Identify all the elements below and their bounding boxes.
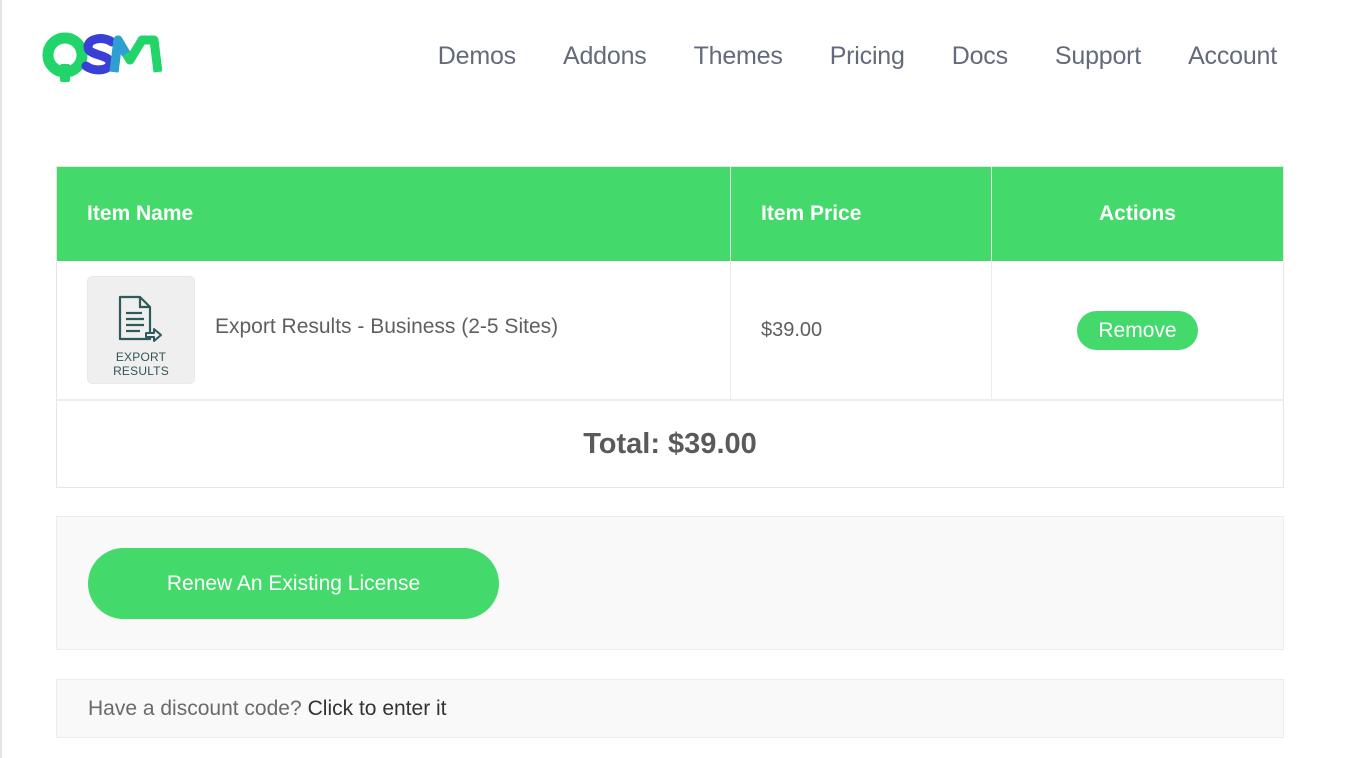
discount-prompt: Have a discount code?	[88, 696, 302, 720]
qsm-logo-icon	[42, 32, 163, 82]
document-export-icon	[118, 295, 162, 342]
cart-total: Total: $39.00	[583, 427, 757, 460]
main-nav: Demos Addons Themes Pricing Docs Support…	[438, 40, 1277, 72]
nav-support[interactable]: Support	[1055, 40, 1141, 72]
discount-code-link[interactable]: Click to enter it	[308, 697, 447, 721]
cart-item-name-cell: EXPORT RESULTS Export Results - Business…	[57, 261, 731, 399]
discount-code-panel: Have a discount code? Click to enter it	[56, 679, 1284, 738]
cart-table: Item Name Item Price Actions EXPORT RESU…	[56, 166, 1284, 488]
qsm-logo[interactable]	[42, 30, 163, 84]
renew-license-panel: Renew An Existing License	[56, 516, 1284, 650]
header-item-price: Item Price	[731, 167, 992, 261]
nav-themes[interactable]: Themes	[694, 40, 783, 72]
nav-pricing[interactable]: Pricing	[830, 40, 905, 72]
renew-license-button[interactable]: Renew An Existing License	[88, 548, 499, 619]
nav-account[interactable]: Account	[1188, 40, 1277, 72]
cart-item-price: $39.00	[731, 261, 992, 399]
nav-docs[interactable]: Docs	[952, 40, 1008, 72]
cart-table-header: Item Name Item Price Actions	[57, 167, 1283, 261]
cart-item-actions-cell: Remove	[992, 261, 1283, 399]
remove-button[interactable]: Remove	[1077, 310, 1198, 350]
nav-addons[interactable]: Addons	[563, 40, 647, 72]
page-left-border	[0, 0, 2, 758]
header-actions: Actions	[1098, 202, 1176, 225]
product-thumbnail[interactable]: EXPORT RESULTS	[87, 276, 195, 384]
nav-demos[interactable]: Demos	[438, 40, 516, 72]
cart-item-row: EXPORT RESULTS Export Results - Business…	[57, 261, 1283, 401]
header-item-name: Item Name	[57, 167, 731, 261]
site-header: Demos Addons Themes Pricing Docs Support…	[0, 0, 1352, 110]
cart-item-name[interactable]: Export Results - Business (2-5 Sites)	[215, 315, 558, 339]
thumbnail-label: EXPORT RESULTS	[113, 350, 169, 378]
